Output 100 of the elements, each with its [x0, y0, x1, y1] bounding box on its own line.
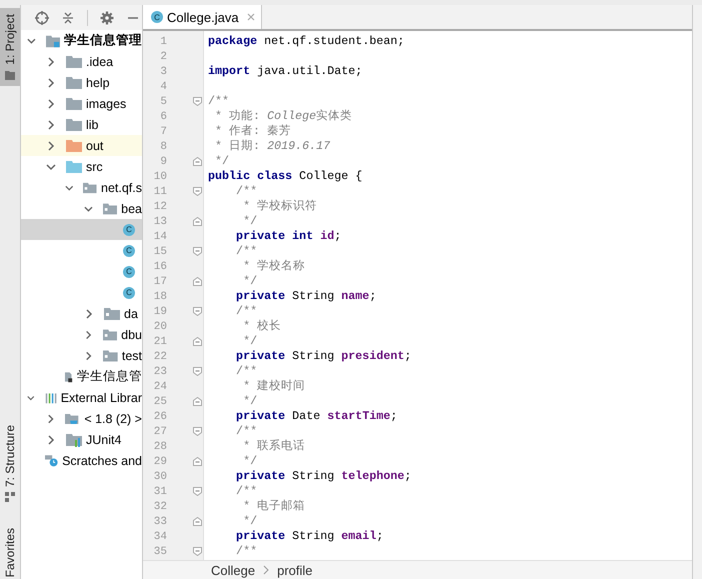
code-line: private Date startTime;: [235, 409, 398, 424]
line-number: 13: [152, 216, 167, 228]
code-line: /**: [235, 364, 258, 379]
code-line: */: [242, 274, 258, 289]
collapse-all-icon[interactable]: [61, 10, 75, 24]
line-number: 8: [159, 140, 167, 152]
chevron-right-icon: [46, 120, 56, 130]
document-icon: [62, 370, 73, 384]
tree-item[interactable]: < 1.8 (2) >: [21, 408, 142, 429]
tree-item[interactable]: out: [21, 135, 142, 156]
code-line: * 功能: College实体类: [214, 109, 352, 124]
line-number: 12: [152, 200, 167, 212]
code-line: private String president;: [235, 349, 412, 364]
tree-item[interactable]: .idea: [21, 51, 142, 72]
line-number: 14: [152, 230, 167, 242]
tree-item[interactable]: Scratches and: [21, 450, 142, 471]
tree-item[interactable]: C: [21, 240, 142, 261]
line-number: 34: [152, 530, 167, 542]
breadcrumb-item[interactable]: College: [211, 562, 256, 578]
code-line: * 学校名称: [242, 259, 306, 274]
chevron-right-icon: [46, 414, 56, 424]
line-number: 30: [152, 470, 167, 482]
folder-icon: [66, 96, 82, 110]
tree-item[interactable]: C: [21, 261, 142, 282]
tree-item[interactable]: lib: [21, 114, 142, 135]
code-line: * 作者: 秦芳: [214, 124, 292, 139]
folder-icon: [66, 160, 82, 174]
folder-icon: [66, 54, 82, 68]
line-number: 22: [152, 350, 167, 362]
code-line: /**: [235, 244, 258, 259]
line-number: 24: [152, 380, 167, 392]
package-folder-icon: [102, 202, 118, 216]
code-line: * 校长: [242, 319, 282, 334]
editor-tab[interactable]: C College.java: [143, 5, 262, 29]
folder-icon: [66, 118, 82, 132]
code-line: */: [242, 334, 258, 349]
code-line: * 建校时间: [242, 379, 306, 394]
line-number: 15: [152, 246, 167, 258]
code-line: /**: [235, 184, 258, 199]
line-number: 23: [152, 366, 167, 378]
line-number: 5: [159, 96, 167, 108]
tool-window-tab[interactable]: Favorites: [0, 522, 20, 579]
code-line: /**: [235, 544, 258, 559]
tree-item[interactable]: C: [21, 219, 142, 240]
tree-item[interactable]: JUnit4: [21, 429, 142, 450]
chevron-right-icon: [84, 350, 94, 360]
code-line: */: [242, 514, 258, 529]
line-number: 6: [159, 110, 167, 122]
chevron-right-icon: [46, 140, 56, 150]
tree-item[interactable]: src: [21, 156, 142, 177]
tree-item[interactable]: dbu: [21, 324, 142, 345]
tool-window-tab[interactable]: 1: Project: [0, 8, 20, 86]
locate-icon[interactable]: [35, 10, 49, 24]
line-number: 32: [152, 500, 167, 512]
code-line: private String name;: [235, 289, 376, 304]
chevron-right-icon: [263, 565, 270, 575]
chevron-right-icon: [46, 98, 56, 108]
line-number: 17: [152, 276, 167, 288]
scratch-clock-icon: [45, 454, 58, 468]
module-folder-icon: [46, 34, 60, 48]
chevron-right-icon: [46, 434, 56, 444]
code-line: import java.util.Date;: [208, 64, 362, 79]
tree-item[interactable]: images: [21, 93, 142, 114]
code-line: public class College {: [208, 169, 362, 184]
line-number: 3: [159, 66, 167, 78]
tree-item[interactable]: bea: [21, 198, 142, 219]
line-number: 19: [152, 306, 167, 318]
tree-item[interactable]: External Librar: [21, 387, 142, 408]
line-number: 33: [152, 516, 167, 528]
tree-item[interactable]: help: [21, 72, 142, 93]
package-folder-icon: [104, 306, 120, 320]
code-line: package net.qf.student.bean;: [208, 34, 404, 49]
package-folder-icon: [102, 328, 118, 342]
code-line: * 电子邮箱: [242, 499, 306, 514]
package-folder-icon: [83, 180, 97, 194]
tree-item[interactable]: net.qf.s: [21, 177, 142, 198]
class-icon: C: [123, 224, 135, 236]
code-line: private int id;: [235, 229, 342, 244]
tree-item[interactable]: 学生信息管理: [21, 30, 142, 51]
line-number: 4: [159, 80, 167, 92]
tree-item[interactable]: da: [21, 303, 142, 324]
folder-icon: [66, 138, 82, 152]
breadcrumb-item[interactable]: profile: [277, 562, 313, 578]
close-icon: [246, 13, 255, 21]
tree-item[interactable]: 学生信息管: [21, 366, 142, 387]
class-icon: C: [123, 266, 135, 278]
line-number: 20: [152, 320, 167, 332]
library-bars-icon: [66, 432, 82, 446]
tree-item[interactable]: C: [21, 282, 142, 303]
line-number: 2: [159, 50, 167, 62]
line-number: 35: [152, 546, 167, 558]
code-line: /**: [235, 304, 258, 319]
line-number: 18: [152, 290, 167, 302]
settings-icon[interactable]: [100, 10, 114, 24]
tree-item[interactable]: test: [21, 345, 142, 366]
code-line: */: [214, 154, 230, 169]
line-number: 31: [152, 486, 167, 498]
code-line: /**: [208, 94, 230, 109]
code-line: /**: [235, 484, 258, 499]
tool-window-tab[interactable]: 7: Structure: [0, 418, 20, 508]
